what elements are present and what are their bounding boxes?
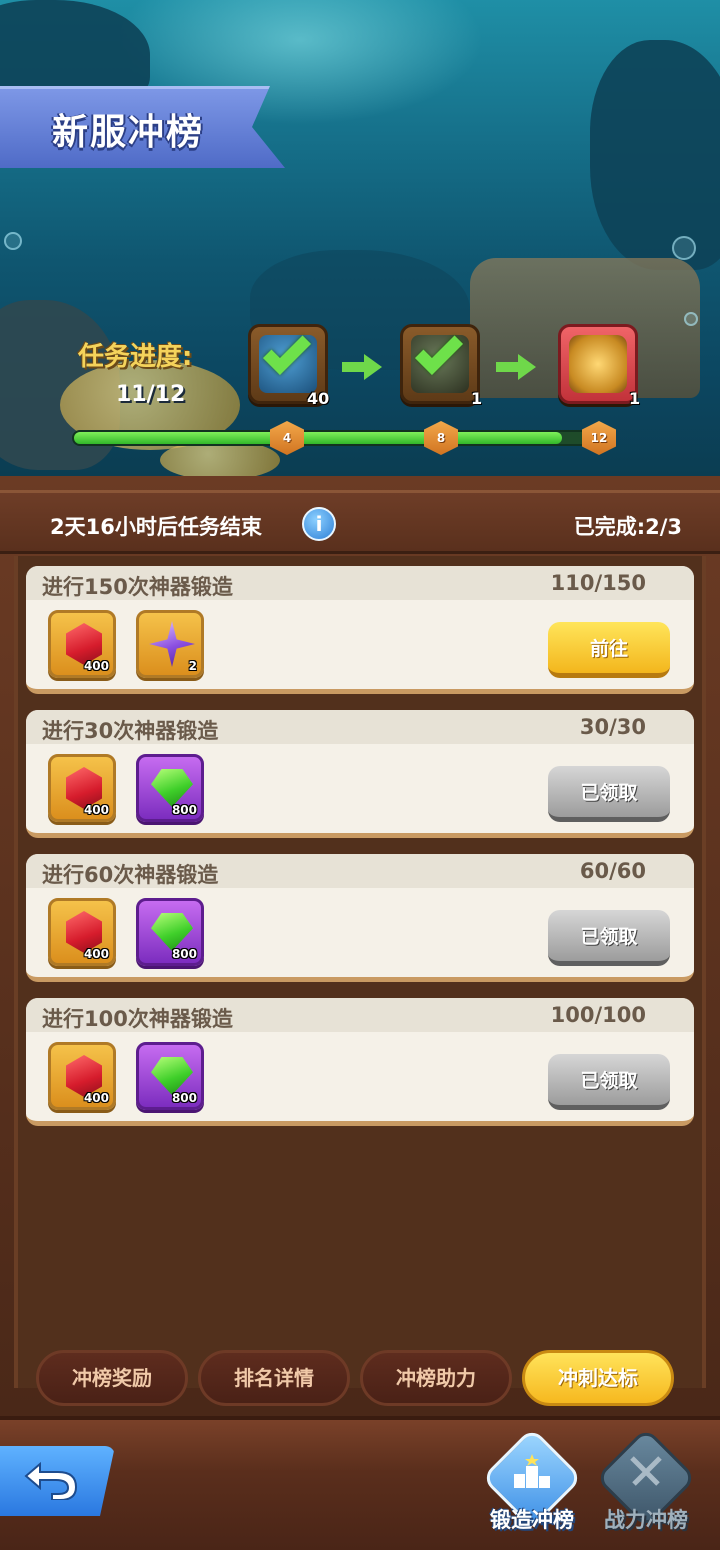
go-button[interactable]: 前往 xyxy=(548,622,670,678)
green-gem-icon xyxy=(151,769,193,807)
claimed-button[interactable]: 已领取 xyxy=(548,1054,670,1110)
task-progress: 110/150 xyxy=(550,571,646,595)
bubble-decoration xyxy=(672,236,696,260)
reward-count: 400 xyxy=(83,1091,109,1105)
stage-1-reward[interactable]: 40 xyxy=(248,324,329,408)
task-progress-count: 11/12 xyxy=(116,382,186,407)
back-arrow-icon xyxy=(24,1461,78,1500)
back-button[interactable] xyxy=(0,1446,115,1516)
rock-decoration xyxy=(590,40,720,270)
green-gem-icon xyxy=(151,913,193,951)
task-progress-label: 任务进度: xyxy=(78,342,193,372)
reward-item[interactable]: 800 xyxy=(136,1042,204,1110)
treasure-chest-icon xyxy=(569,335,627,393)
arrow-right-icon xyxy=(342,354,382,380)
reward-item[interactable]: 400 xyxy=(48,1042,116,1110)
podium-glyph xyxy=(514,1454,550,1488)
stage-2-count: 1 xyxy=(471,389,483,408)
bubble-decoration xyxy=(684,312,698,326)
task-header: 进行150次神器锻造 110/150 xyxy=(26,566,694,600)
milestone-12: 12 xyxy=(582,421,616,455)
tab-sprint-goals[interactable]: 冲刺达标 xyxy=(522,1350,674,1406)
power-ranking-label: 战力冲榜 xyxy=(604,1508,688,1532)
task-header: 进行100次神器锻造 100/100 xyxy=(26,998,694,1032)
tab-ranking-rewards[interactable]: 冲榜奖励 xyxy=(36,1350,188,1406)
task-card: 进行30次神器锻造 30/30 400 800 已领取 xyxy=(26,710,694,838)
task-card: 进行60次神器锻造 60/60 400 800 已领取 xyxy=(26,854,694,982)
task-progress-fill xyxy=(74,432,562,444)
reward-item[interactable]: 2 xyxy=(136,610,204,678)
stage-1-count: 40 xyxy=(307,389,330,408)
task-card: 进行150次神器锻造 110/150 400 2 前往 xyxy=(26,566,694,694)
header-scene: 新服冲榜 任务进度: 11/12 40 1 1 4 8 12 xyxy=(0,0,720,476)
reward-count: 400 xyxy=(83,947,109,961)
arrow-right-icon xyxy=(496,354,536,380)
claimed-button[interactable]: 已领取 xyxy=(548,910,670,966)
reward-count: 2 xyxy=(188,659,197,673)
task-header: 进行30次神器锻造 30/30 xyxy=(26,710,694,744)
reward-item[interactable]: 800 xyxy=(136,898,204,966)
task-title: 进行60次神器锻造 xyxy=(42,863,219,887)
forge-ranking-label: 锻造冲榜 xyxy=(490,1508,574,1532)
task-progress: 30/30 xyxy=(579,715,646,739)
tab-ranking-boost[interactable]: 冲榜助力 xyxy=(360,1350,512,1406)
task-title: 进行30次神器锻造 xyxy=(42,719,219,743)
crossed-swords-glyph xyxy=(630,1456,662,1486)
tab-ranking-details[interactable]: 排名详情 xyxy=(198,1350,350,1406)
reward-count: 800 xyxy=(171,803,197,817)
reward-count: 400 xyxy=(83,659,109,673)
task-progress: 60/60 xyxy=(579,859,646,883)
reward-item[interactable]: 400 xyxy=(48,898,116,966)
milestone-4: 4 xyxy=(270,421,304,455)
time-remaining: 2天16小时后任务结束 xyxy=(50,515,262,539)
stage-3-reward[interactable]: 1 xyxy=(558,324,640,408)
task-progress-bar xyxy=(72,430,608,446)
page-title: 新服冲榜 xyxy=(52,112,205,153)
task-title: 进行100次神器锻造 xyxy=(42,1007,233,1031)
title-banner: 新服冲榜 xyxy=(0,86,285,168)
reward-item[interactable]: 400 xyxy=(48,610,116,678)
task-header: 进行60次神器锻造 60/60 xyxy=(26,854,694,888)
task-progress: 100/100 xyxy=(550,1003,646,1027)
reward-count: 800 xyxy=(171,947,197,961)
reward-count: 800 xyxy=(171,1091,197,1105)
bubble-decoration xyxy=(4,232,22,250)
power-ranking-nav[interactable]: 战力冲榜 xyxy=(595,1427,697,1540)
info-bar: 2天16小时后任务结束 i 已完成:2/3 xyxy=(0,490,720,554)
stage-2-reward[interactable]: 1 xyxy=(400,324,482,408)
info-icon[interactable]: i xyxy=(302,507,336,541)
reward-item[interactable]: 800 xyxy=(136,754,204,822)
stage-3-count: 1 xyxy=(629,389,641,408)
milestone-8: 8 xyxy=(424,421,458,455)
reward-item[interactable]: 400 xyxy=(48,754,116,822)
completed-count: 已完成:2/3 xyxy=(573,515,682,539)
claimed-button[interactable]: 已领取 xyxy=(548,766,670,822)
reward-count: 400 xyxy=(83,803,109,817)
task-title: 进行150次神器锻造 xyxy=(42,575,233,599)
task-card: 进行100次神器锻造 100/100 400 800 已领取 xyxy=(26,998,694,1126)
forge-ranking-nav[interactable]: 锻造冲榜 xyxy=(481,1427,583,1540)
green-gem-icon xyxy=(151,1057,193,1095)
